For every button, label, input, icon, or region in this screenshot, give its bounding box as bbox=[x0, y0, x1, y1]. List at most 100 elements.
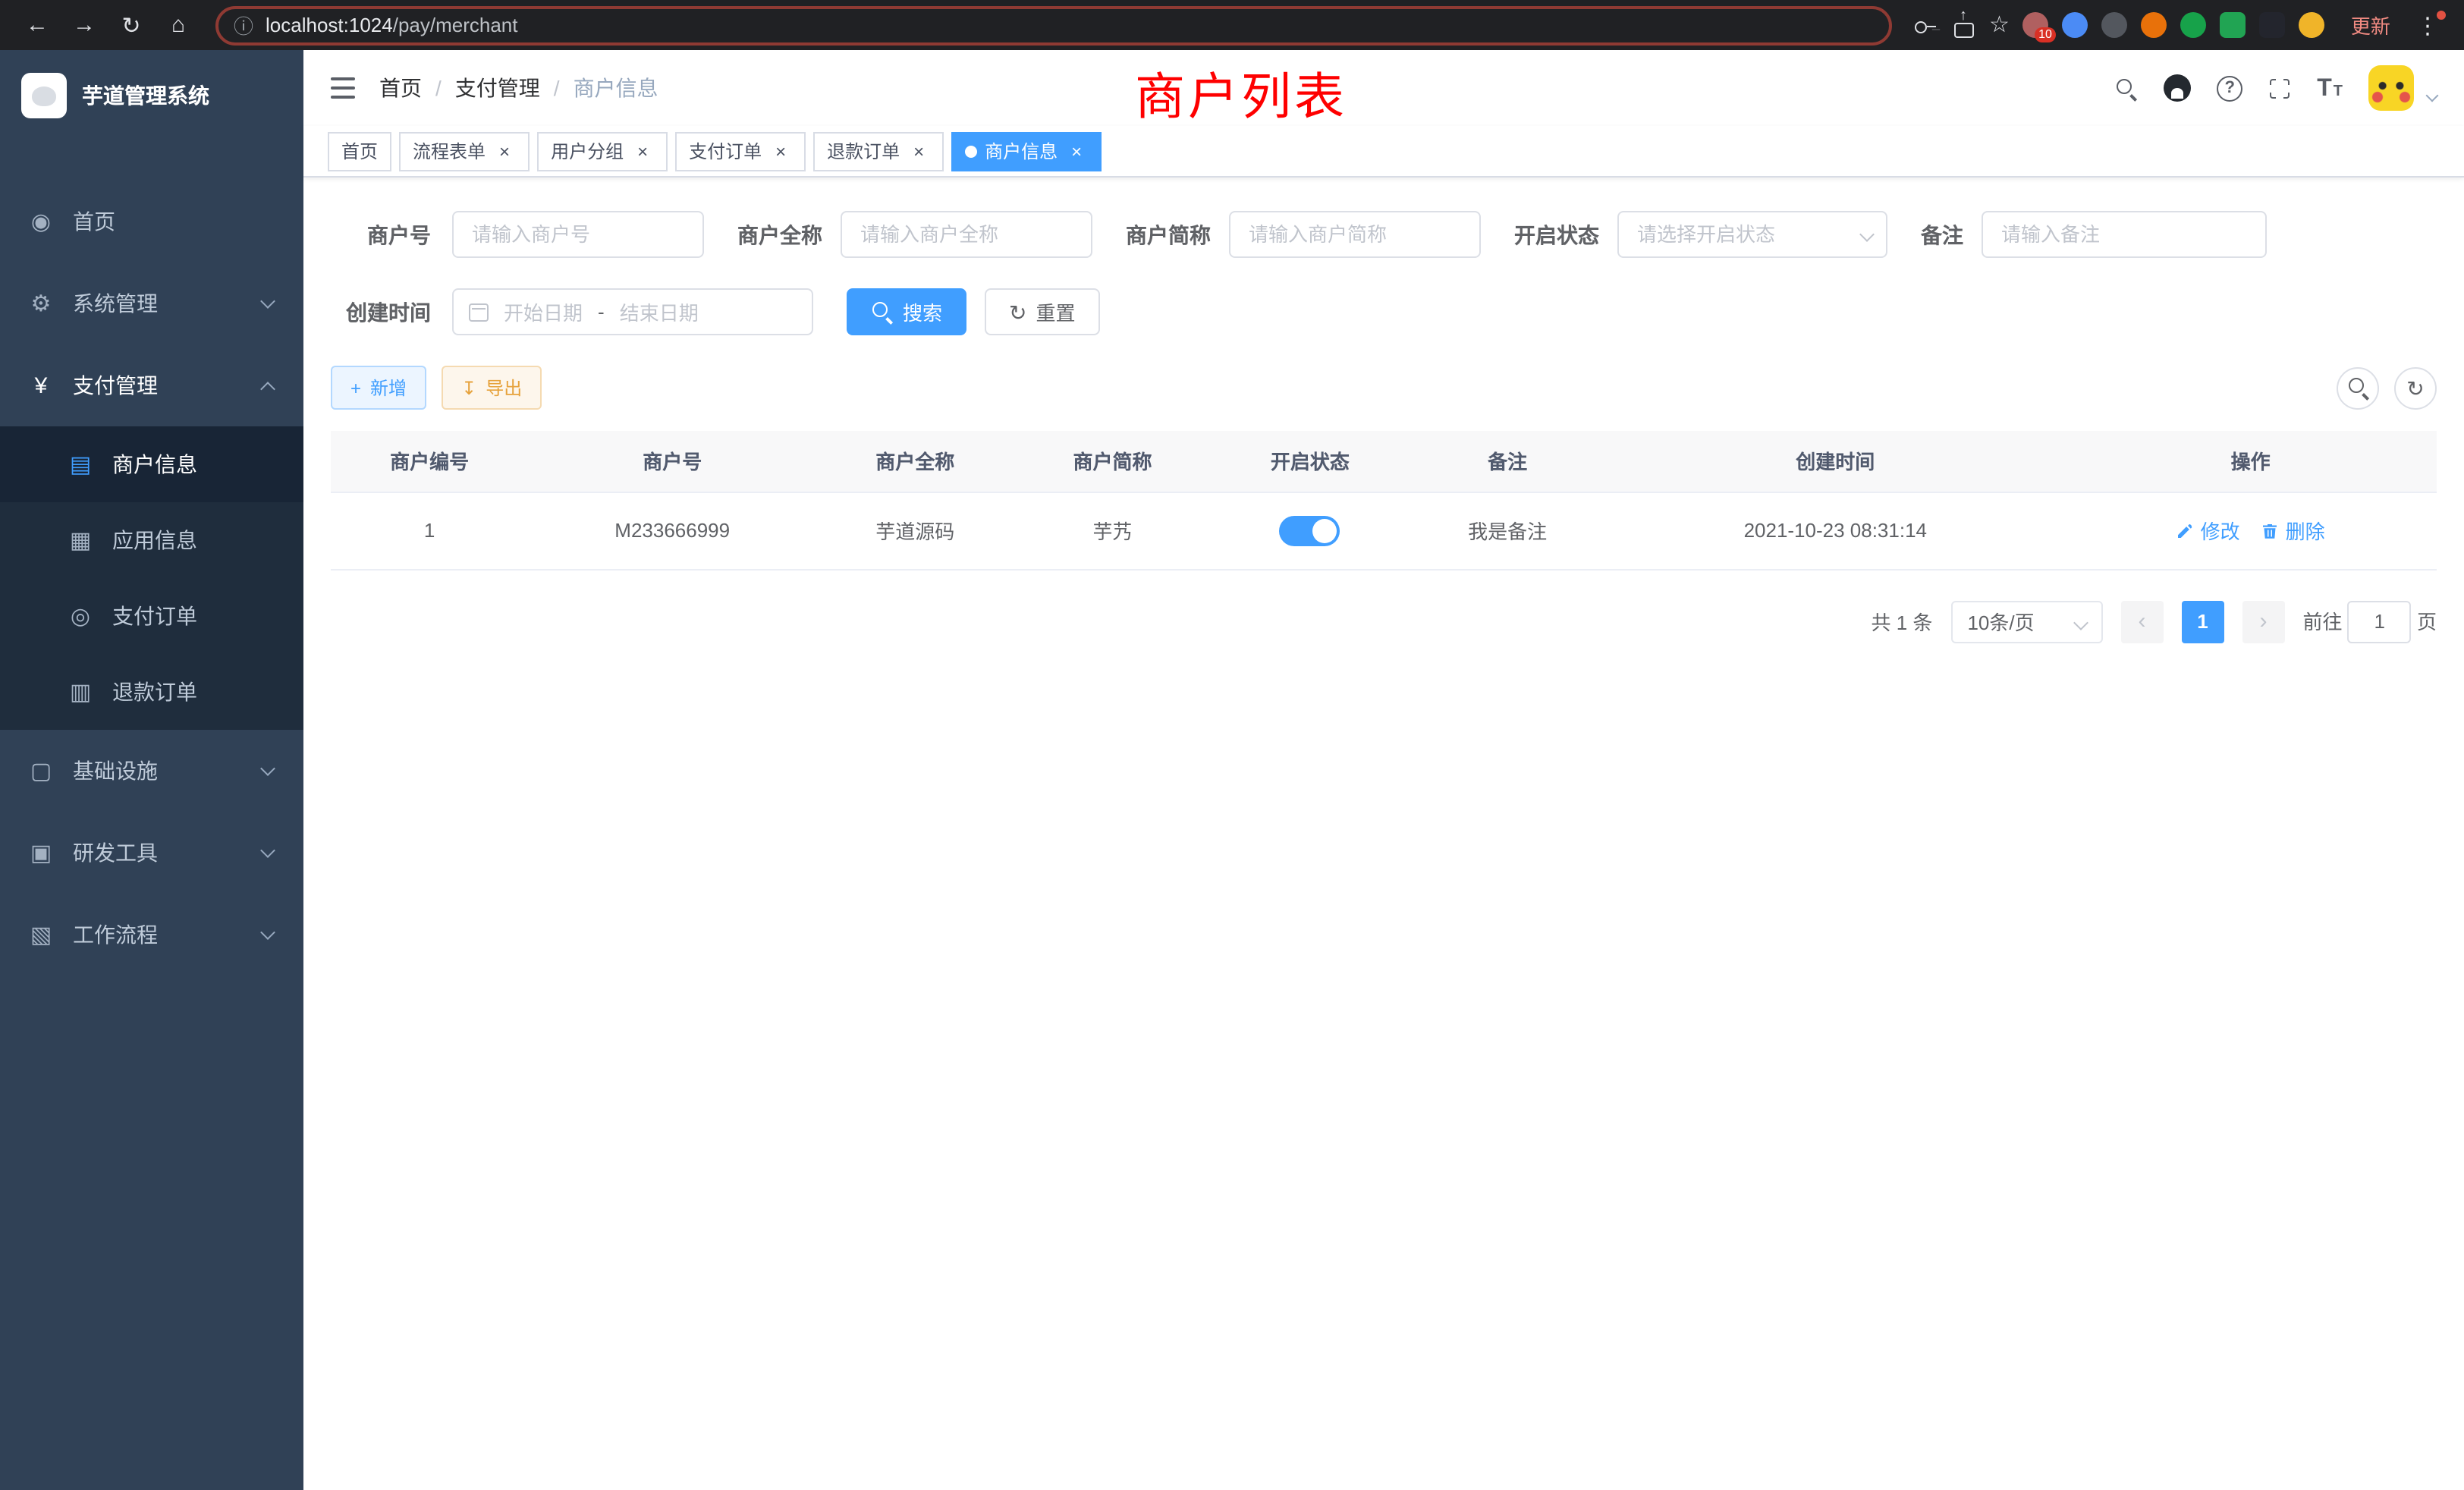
refresh-button[interactable]: ↻ bbox=[2394, 366, 2437, 409]
status-select[interactable] bbox=[1617, 211, 1887, 258]
home-icon[interactable]: ⌂ bbox=[156, 3, 200, 47]
password-key-icon[interactable] bbox=[1913, 13, 1938, 37]
column-header: 备注 bbox=[1409, 431, 1606, 492]
page-number-1[interactable]: 1 bbox=[2181, 600, 2224, 643]
app-logo[interactable]: 芋道管理系统 bbox=[0, 50, 303, 141]
tab-label: 商户信息 bbox=[985, 138, 1058, 164]
search-icon[interactable] bbox=[2115, 77, 2138, 99]
sidebar-item-infrastructure[interactable]: ▢ 基础设施 bbox=[0, 730, 303, 812]
address-bar[interactable]: ⓘ localhost:1024/pay/merchant bbox=[215, 5, 1892, 45]
back-icon[interactable]: ← bbox=[15, 3, 59, 47]
close-icon[interactable]: × bbox=[907, 140, 930, 162]
sidebar-item-app-info[interactable]: ▦ 应用信息 bbox=[0, 502, 303, 578]
close-icon[interactable]: × bbox=[631, 140, 654, 162]
sidebar-item-refund-order[interactable]: ▥ 退款订单 bbox=[0, 654, 303, 730]
extension-icon[interactable] bbox=[2260, 12, 2286, 38]
reset-button[interactable]: ↻ 重置 bbox=[985, 288, 1100, 335]
tab-label: 流程表单 bbox=[413, 138, 486, 164]
hamburger-icon[interactable] bbox=[331, 77, 355, 99]
sidebar-item-home[interactable]: ◉ 首页 bbox=[0, 181, 303, 262]
pay-order-icon: ◎ bbox=[67, 602, 94, 630]
total-count: 共 1 条 bbox=[1872, 607, 1933, 636]
sidebar-item-payment[interactable]: ¥ 支付管理 bbox=[0, 344, 303, 426]
bookmark-star-icon[interactable]: ☆ bbox=[1989, 13, 2010, 37]
prev-page-button[interactable]: ‹ bbox=[2120, 600, 2163, 643]
edit-button[interactable]: 修改 bbox=[2176, 516, 2240, 545]
tab-process-form[interactable]: 流程表单 × bbox=[399, 131, 530, 171]
fullscreen-icon[interactable] bbox=[2268, 77, 2291, 99]
user-avatar[interactable] bbox=[2368, 65, 2414, 111]
create-time-label: 创建时间 bbox=[331, 297, 431, 327]
share-icon[interactable]: ↑ bbox=[1951, 13, 1975, 37]
tab-refund-order[interactable]: 退款订单 × bbox=[813, 131, 944, 171]
status-toggle[interactable] bbox=[1280, 515, 1340, 545]
refresh-icon: ↻ bbox=[1009, 301, 1026, 322]
profile-avatar-icon[interactable] bbox=[2299, 12, 2325, 38]
chevron-down-icon bbox=[260, 843, 275, 858]
cell-remark: 我是备注 bbox=[1409, 492, 1606, 569]
close-icon[interactable]: × bbox=[1065, 140, 1088, 162]
show-search-button[interactable] bbox=[2337, 366, 2379, 409]
remark-input[interactable] bbox=[1982, 211, 2267, 258]
extension-icon[interactable] bbox=[2063, 12, 2088, 38]
sidebar-item-merchant-info[interactable]: ▤ 商户信息 bbox=[0, 426, 303, 502]
pencil-icon bbox=[2176, 521, 2195, 539]
help-icon[interactable]: ? bbox=[2217, 75, 2242, 101]
breadcrumb-payment[interactable]: 支付管理 bbox=[455, 73, 540, 103]
tab-user-group[interactable]: 用户分组 × bbox=[537, 131, 668, 171]
sidebar-item-label: 基础设施 bbox=[73, 756, 158, 786]
close-icon[interactable]: × bbox=[493, 140, 516, 162]
sidebar-item-devtools[interactable]: ▣ 研发工具 bbox=[0, 812, 303, 894]
github-icon[interactable] bbox=[2164, 74, 2191, 102]
breadcrumb-home[interactable]: 首页 bbox=[379, 73, 422, 103]
share-arrow-icon: ↑ bbox=[1951, 8, 1975, 24]
chevron-down-icon bbox=[2073, 615, 2088, 630]
full-name-input[interactable] bbox=[841, 211, 1092, 258]
browser-actions: ↑ ☆ 10 更新 ⋮ bbox=[1913, 11, 2445, 39]
extension-icon[interactable] bbox=[2181, 12, 2207, 38]
tab-label: 支付订单 bbox=[689, 138, 762, 164]
page-unit-label: 页 bbox=[2417, 610, 2437, 633]
screen: ← → ↻ ⌂ ⓘ localhost:1024/pay/merchant ↑ … bbox=[0, 0, 2464, 1490]
start-date-placeholder[interactable]: 开始日期 bbox=[504, 297, 583, 326]
font-size-icon[interactable]: TT bbox=[2317, 77, 2343, 99]
tab-label: 退款订单 bbox=[827, 138, 900, 164]
close-icon[interactable]: × bbox=[769, 140, 792, 162]
extension-icon[interactable] bbox=[2102, 12, 2128, 38]
next-page-button[interactable]: › bbox=[2242, 600, 2284, 643]
sidebar-item-pay-order[interactable]: ◎ 支付订单 bbox=[0, 578, 303, 654]
logo-avatar bbox=[21, 73, 67, 118]
sidebar-item-workflow[interactable]: ▧ 工作流程 bbox=[0, 894, 303, 976]
infra-icon: ▢ bbox=[27, 757, 55, 784]
delete-button[interactable]: 删除 bbox=[2261, 516, 2325, 545]
page-size-select[interactable]: 10条/页 bbox=[1950, 600, 2102, 643]
tab-merchant-info[interactable]: 商户信息 × bbox=[951, 131, 1102, 171]
plus-icon: + bbox=[350, 377, 361, 398]
sidebar-item-label: 应用信息 bbox=[112, 525, 197, 555]
short-name-input[interactable] bbox=[1229, 211, 1481, 258]
app-grid-icon: ▦ bbox=[67, 527, 94, 554]
chrome-update-button[interactable]: 更新 bbox=[2351, 11, 2390, 39]
add-button[interactable]: + 新增 bbox=[331, 366, 426, 410]
table-row: 1 M233666999 芋道源码 芋艿 我是备注 2021-10-23 08:… bbox=[331, 492, 2437, 569]
url-text: localhost:1024/pay/merchant bbox=[266, 14, 517, 36]
chevron-down-icon bbox=[260, 761, 275, 776]
export-button[interactable]: ↧ 导出 bbox=[442, 366, 542, 410]
end-date-placeholder[interactable]: 结束日期 bbox=[620, 297, 699, 326]
merchant-no-input[interactable] bbox=[452, 211, 704, 258]
browser-menu-icon[interactable]: ⋮ bbox=[2410, 11, 2445, 39]
forward-icon[interactable]: → bbox=[62, 3, 106, 47]
site-info-icon[interactable]: ⓘ bbox=[234, 11, 253, 39]
search-icon bbox=[2346, 376, 2369, 399]
extension-icon[interactable]: 10 bbox=[2023, 12, 2049, 38]
tab-pay-order[interactable]: 支付订单 × bbox=[675, 131, 806, 171]
goto-page-input[interactable] bbox=[2348, 600, 2412, 643]
sidebar-item-system[interactable]: ⚙ 系统管理 bbox=[0, 262, 303, 344]
extension-icon[interactable] bbox=[2142, 12, 2167, 38]
extension-icon[interactable] bbox=[2220, 12, 2246, 38]
reload-icon[interactable]: ↻ bbox=[109, 3, 153, 47]
search-button[interactable]: 搜索 bbox=[847, 288, 966, 335]
tab-home[interactable]: 首页 bbox=[328, 131, 391, 171]
date-range-picker[interactable]: 开始日期 - 结束日期 bbox=[452, 288, 813, 335]
cell-full-name: 芋道源码 bbox=[816, 492, 1014, 569]
